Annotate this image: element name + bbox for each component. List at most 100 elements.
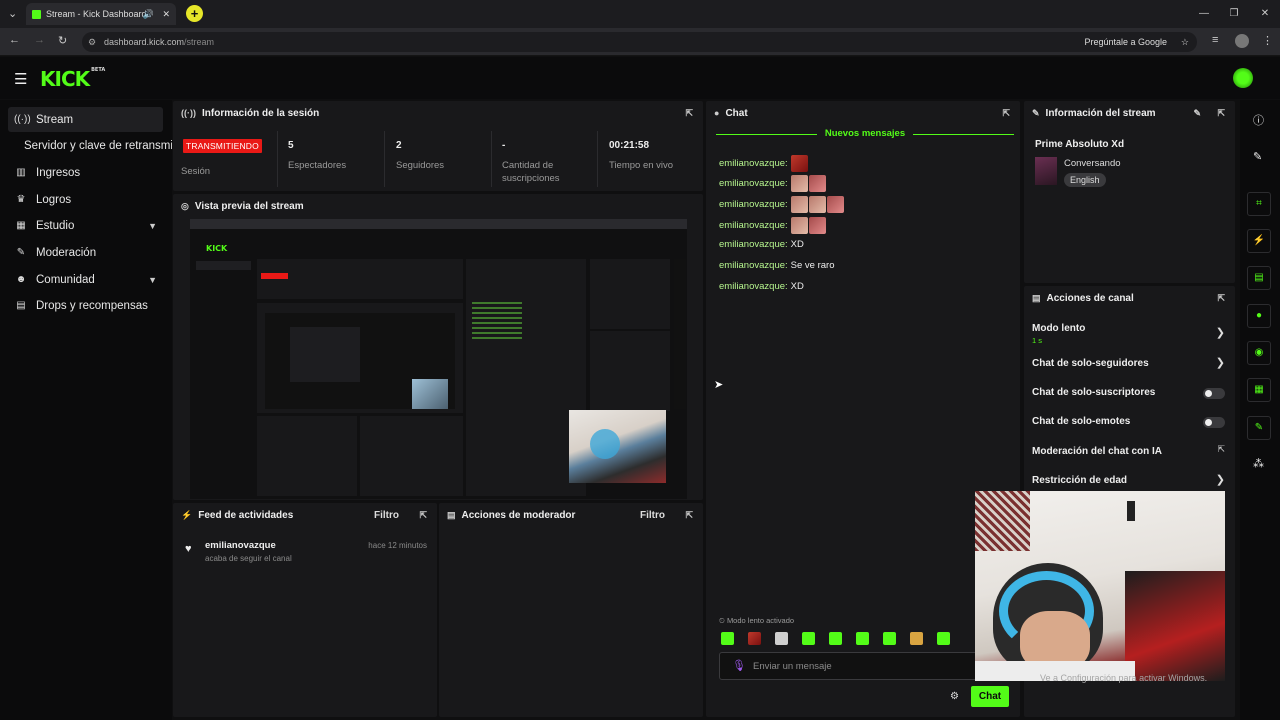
google-lens-button[interactable]: Pregúntale a Google bbox=[1084, 32, 1167, 52]
chat-username[interactable]: emilianovazque: bbox=[719, 199, 788, 210]
broadcast-icon[interactable]: ◉ bbox=[1247, 341, 1271, 365]
share-icon[interactable]: ⁂ bbox=[1253, 457, 1264, 470]
emote-icon[interactable] bbox=[883, 632, 896, 645]
activity-user[interactable]: emilianovazque bbox=[205, 540, 276, 551]
edit-icon[interactable]: ✎ bbox=[1193, 108, 1201, 119]
chevron-right-icon[interactable]: ❯ bbox=[1216, 356, 1225, 369]
filter-button[interactable]: Filtro bbox=[374, 510, 399, 521]
panel-header: ◎ Vista previa del stream bbox=[173, 194, 703, 218]
audio-icon[interactable]: 🔊 bbox=[143, 9, 154, 20]
emotes-only-toggle[interactable] bbox=[1203, 417, 1225, 428]
popout-icon[interactable]: ⇱ bbox=[419, 510, 427, 521]
age-restriction-row[interactable]: Restricción de edad bbox=[1032, 475, 1222, 486]
subs-only-toggle[interactable] bbox=[1203, 388, 1225, 399]
layout-icon[interactable]: ▦ bbox=[1247, 378, 1271, 402]
address-bar[interactable]: dashboard.kick.com/stream ⚙ Pregúntale a… bbox=[82, 32, 1197, 52]
chat-username[interactable]: emilianovazque: bbox=[719, 239, 788, 250]
category-label: Conversando bbox=[1064, 158, 1121, 169]
minimize-button[interactable]: — bbox=[1189, 0, 1219, 28]
sidebar-item-studio[interactable]: ▦ Estudio ▼ bbox=[8, 213, 163, 238]
emote-icon[interactable] bbox=[856, 632, 869, 645]
popout-icon[interactable]: ⇱ bbox=[685, 108, 693, 119]
popout-icon[interactable]: ⇱ bbox=[1217, 108, 1225, 119]
new-tab-button[interactable]: + bbox=[186, 5, 203, 22]
user-avatar[interactable] bbox=[1233, 68, 1253, 88]
mirror-logo: KICK bbox=[206, 244, 228, 253]
followers-only-row[interactable]: Chat de solo-seguidores bbox=[1032, 358, 1222, 369]
sidebar-item-community[interactable]: ☻ Comunidad ▼ bbox=[8, 267, 163, 292]
sidebar-item-achievements[interactable]: ♛ Logros bbox=[8, 187, 163, 212]
emote-icon[interactable] bbox=[829, 632, 842, 645]
slow-mode-label: Modo lento bbox=[1032, 323, 1086, 334]
logo-text: KICK bbox=[40, 67, 90, 91]
chat-username[interactable]: emilianovazque: bbox=[719, 260, 788, 271]
panel-header: ⚡ Feed de actividades Filtro ⇱ bbox=[173, 503, 437, 527]
close-window-button[interactable]: ✕ bbox=[1250, 0, 1280, 28]
subs-label: Cantidad de suscripciones bbox=[502, 160, 560, 184]
chat-settings-icon[interactable]: ⚙ bbox=[950, 691, 959, 702]
reload-icon[interactable]: ↻ bbox=[58, 34, 67, 47]
mirror-activity bbox=[257, 416, 357, 496]
browser-menu-icon[interactable]: ⋮ bbox=[1262, 34, 1273, 47]
divider bbox=[277, 131, 278, 187]
chevron-right-icon[interactable]: ❯ bbox=[1216, 326, 1225, 339]
chevron-right-icon[interactable]: ❯ bbox=[1216, 473, 1225, 486]
tab-list-icon[interactable]: ⌄ bbox=[8, 7, 17, 20]
back-icon[interactable]: ← bbox=[9, 34, 20, 46]
emote-icon bbox=[790, 155, 808, 172]
stream-preview-video[interactable]: KICK bbox=[190, 219, 687, 499]
sidebar-item-drops[interactable]: ▤ Drops y recompensas bbox=[8, 293, 163, 318]
url-path: /stream bbox=[184, 37, 215, 47]
broadcast-icon: ((·)) bbox=[14, 114, 31, 125]
profile-avatar[interactable] bbox=[1235, 34, 1249, 48]
forward-icon[interactable]: → bbox=[34, 34, 45, 46]
emote-icon[interactable] bbox=[910, 632, 923, 645]
kick-logo[interactable]: KICK BETA bbox=[40, 67, 105, 91]
chat-message: emilianovazque: bbox=[719, 155, 809, 172]
filter-button[interactable]: Filtro bbox=[640, 510, 665, 521]
chat-username[interactable]: emilianovazque: bbox=[719, 281, 788, 292]
stream-title: Prime Absoluto Xd bbox=[1035, 139, 1125, 150]
chat-username[interactable]: emilianovazque: bbox=[719, 158, 788, 169]
chat-input[interactable]: 🎙 Enviar un mensaje bbox=[719, 652, 1009, 680]
slow-mode-row[interactable]: Modo lento 1 s bbox=[1032, 323, 1222, 345]
clip-icon[interactable]: ⌗ bbox=[1247, 192, 1271, 216]
sidebar-item-server-key[interactable]: Servidor y clave de retransmi bbox=[18, 133, 172, 158]
site-info-icon[interactable]: ⚙ bbox=[88, 32, 96, 52]
chat-username[interactable]: emilianovazque: bbox=[719, 178, 788, 189]
wrench-icon[interactable]: ✎ bbox=[1247, 416, 1271, 440]
external-link-icon[interactable]: ⇱ bbox=[1217, 444, 1225, 455]
bolt-icon[interactable]: ⚡ bbox=[1247, 229, 1271, 253]
emote-icon[interactable] bbox=[721, 632, 734, 645]
ai-moderation-row[interactable]: Moderación del chat con IA bbox=[1032, 446, 1222, 457]
extensions-icon[interactable]: ≡ bbox=[1212, 34, 1218, 46]
emote-icon[interactable] bbox=[775, 632, 788, 645]
sidebar-item-moderation[interactable]: ✎ Moderación bbox=[8, 240, 163, 265]
popout-icon[interactable]: ⇱ bbox=[685, 510, 693, 521]
google-lens-label: Pregúntale a Google bbox=[1084, 37, 1167, 47]
mirror-mod-actions bbox=[360, 416, 463, 496]
chat-username[interactable]: emilianovazque: bbox=[719, 220, 788, 231]
subs-only-label: Chat de solo-suscriptores bbox=[1032, 387, 1156, 398]
popout-icon[interactable]: ⇱ bbox=[1002, 108, 1010, 119]
chat-icon[interactable]: ● bbox=[1247, 304, 1271, 328]
maximize-button[interactable]: ❐ bbox=[1219, 0, 1249, 28]
emote-icon[interactable] bbox=[937, 632, 950, 645]
divider bbox=[597, 131, 598, 187]
popout-icon[interactable]: ⇱ bbox=[1217, 293, 1225, 304]
hamburger-menu-icon[interactable]: ☰ bbox=[14, 70, 27, 88]
info-icon[interactable]: ⓘ bbox=[1253, 112, 1264, 128]
browser-tab[interactable]: Stream - Kick Dashboard 🔊 ✕ bbox=[26, 3, 176, 25]
edit-icon[interactable]: ✎ bbox=[1253, 150, 1262, 163]
sidebar-item-income[interactable]: ▥ Ingresos bbox=[8, 160, 163, 185]
emote-icon[interactable] bbox=[802, 632, 815, 645]
document-icon[interactable]: ▤ bbox=[1247, 266, 1271, 290]
sidebar-item-stream[interactable]: ((·)) Stream bbox=[8, 107, 163, 132]
mirror-live-badge bbox=[261, 273, 288, 279]
broadcast-icon: ((·)) bbox=[181, 108, 196, 118]
send-chat-button[interactable]: Chat bbox=[971, 686, 1009, 707]
emote-icon[interactable] bbox=[748, 632, 761, 645]
bookmark-star-icon[interactable]: ☆ bbox=[1181, 32, 1189, 52]
close-tab-icon[interactable]: ✕ bbox=[162, 9, 170, 20]
microphone-icon[interactable]: 🎙 bbox=[732, 659, 746, 672]
